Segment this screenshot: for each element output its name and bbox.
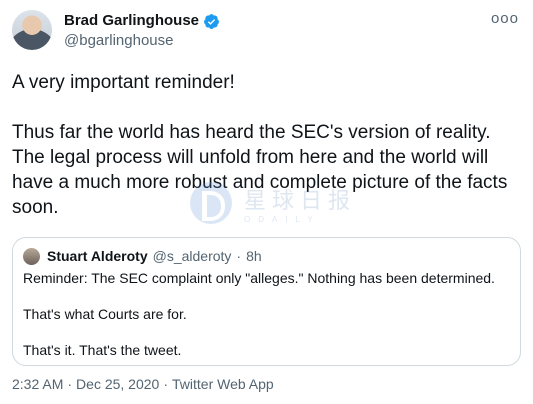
quoted-author-handle[interactable]: @s_alderoty (153, 248, 232, 265)
tweet-metadata: 2:32 AM · Dec 25, 2020 · Twitter Web App (12, 376, 274, 393)
tweet-date[interactable]: Dec 25, 2020 (76, 376, 159, 393)
quoted-paragraph: That's what Courts are for. (23, 306, 187, 322)
dot-separator: · (67, 376, 73, 392)
tweet-paragraph: Thus far the world has heard the SEC's v… (12, 122, 508, 218)
more-options-icon[interactable]: ooo (491, 10, 519, 28)
quoted-tweet-header: Stuart Alderoty @s_alderoty · 8h (23, 248, 262, 265)
quoted-paragraph: Reminder: The SEC complaint only "allege… (23, 270, 495, 286)
tweet-source[interactable]: Twitter Web App (172, 376, 274, 393)
author-name[interactable]: Brad Garlinghouse (64, 12, 199, 30)
author-avatar[interactable] (12, 10, 52, 50)
quoted-tweet-time[interactable]: 8h (246, 248, 262, 265)
dot-separator: · (236, 248, 242, 264)
dot-separator: · (163, 376, 169, 392)
author-handle[interactable]: @bgarlinghouse (64, 32, 173, 50)
tweet-paragraph: A very important reminder! (12, 72, 235, 93)
quoted-tweet[interactable]: Stuart Alderoty @s_alderoty · 8h Reminde… (12, 237, 521, 366)
author-name-row[interactable]: Brad Garlinghouse (64, 12, 220, 30)
quoted-author-name[interactable]: Stuart Alderoty (47, 248, 148, 265)
quoted-paragraph: That's it. That's the tweet. (23, 342, 182, 358)
tweet-text: A very important reminder! Thus far the … (12, 70, 524, 220)
verified-badge-icon (204, 13, 219, 29)
quoted-author-avatar[interactable] (23, 248, 40, 265)
quoted-tweet-text: Reminder: The SEC complaint only "allege… (23, 269, 513, 359)
tweet-time[interactable]: 2:32 AM (12, 376, 63, 393)
